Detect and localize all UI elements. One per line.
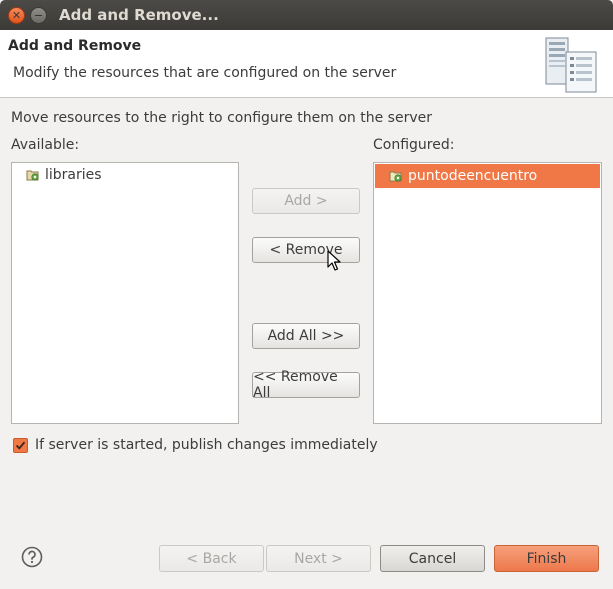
add-button[interactable]: Add > [252,188,360,214]
publish-checkbox[interactable] [13,437,28,453]
dialog-subtitle: Modify the resources that are configured… [13,65,397,81]
list-item[interactable]: puntodeencuentro [375,164,600,188]
publish-checkbox-label: If server is started, publish changes im… [35,437,378,453]
close-icon: ✕ [11,9,22,22]
window-titlebar: ✕ − Add and Remove... [0,0,613,30]
project-icon [26,170,39,181]
dialog-header: Add and Remove Modify the resources that… [0,30,613,98]
mouse-cursor-icon [327,250,341,271]
project-icon [389,171,402,182]
list-item-label: puntodeencuentro [408,168,538,184]
close-window-button[interactable]: ✕ [8,7,25,24]
window-title: Add and Remove... [59,6,219,24]
list-item-label: libraries [45,167,102,183]
minimize-window-button[interactable]: − [30,7,47,24]
remove-all-button[interactable]: << Remove All [252,369,360,401]
back-button[interactable]: < Back [159,545,264,572]
instructions-text: Move resources to the right to configure… [11,110,432,126]
next-button[interactable]: Next > [266,545,371,572]
server-icon [545,37,597,93]
configured-list[interactable]: puntodeencuentro [373,162,602,424]
available-list[interactable]: libraries [11,162,239,424]
checkmark-icon [15,441,26,450]
add-all-button[interactable]: Add All >> [252,323,360,349]
configured-label: Configured: [373,137,455,153]
available-label: Available: [11,137,80,153]
finish-button[interactable]: Finish [494,545,599,572]
cancel-button[interactable]: Cancel [380,545,485,572]
remove-button[interactable]: < Remove [252,237,360,263]
list-item[interactable]: libraries [12,163,238,187]
minimize-icon: − [33,9,44,22]
dialog-title: Add and Remove [8,38,142,54]
publish-option[interactable]: If server is started, publish changes im… [13,437,378,453]
help-icon[interactable] [21,546,43,568]
